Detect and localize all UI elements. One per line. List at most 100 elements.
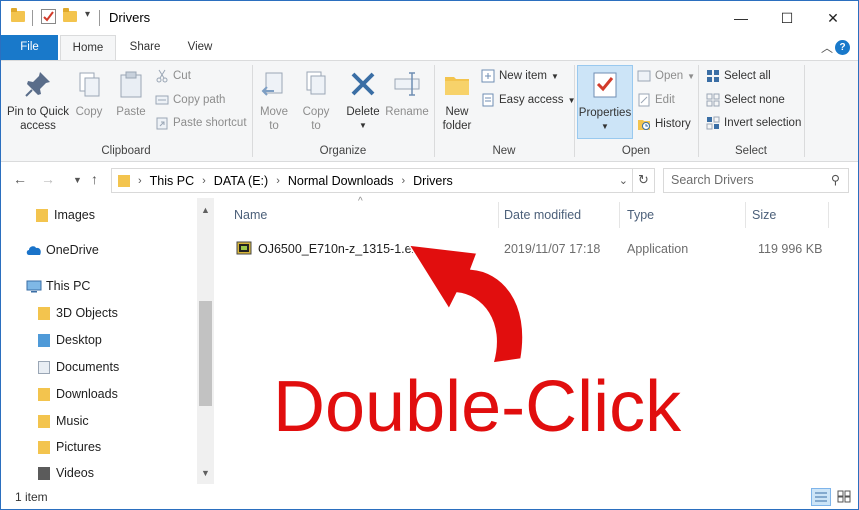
rename-button[interactable]: Rename — [385, 69, 429, 119]
easy-access-button[interactable]: Easy access ▼ — [481, 93, 575, 107]
videos-icon — [38, 466, 50, 480]
chevron-right-icon[interactable]: › — [401, 175, 405, 187]
select-none-button[interactable]: Select none — [706, 93, 785, 107]
tab-file[interactable]: File — [1, 35, 58, 60]
nav-item-downloads[interactable]: Downloads — [38, 387, 118, 401]
breadcrumb-drivers[interactable]: Drivers — [413, 174, 453, 188]
nav-item-this-pc[interactable]: This PC — [26, 279, 90, 293]
nav-item-music[interactable]: Music — [38, 414, 89, 428]
column-header-size[interactable]: Size — [752, 208, 776, 222]
properties-quick-icon[interactable] — [41, 9, 56, 24]
nav-item-onedrive[interactable]: OneDrive — [26, 243, 99, 257]
paste-button[interactable]: Paste — [111, 69, 151, 119]
collapse-ribbon-icon[interactable]: ︿ — [821, 39, 833, 56]
address-bar[interactable]: › This PC › DATA (E:) › Normal Downloads… — [111, 168, 655, 193]
close-button[interactable]: ✕ — [810, 1, 856, 35]
properties-button[interactable]: Properties ▼ — [577, 65, 633, 139]
file-name[interactable]: OJ6500_E710n-z_1315-1.exe — [258, 242, 425, 256]
copy-icon — [74, 69, 104, 99]
copy-to-button[interactable]: Copy to — [299, 69, 333, 133]
cut-label: Cut — [173, 70, 191, 82]
nav-label: Videos — [56, 466, 94, 480]
move-to-button[interactable]: Move to — [257, 69, 291, 133]
minimize-button[interactable]: — — [718, 1, 764, 35]
search-icon[interactable]: ⚲ — [831, 169, 840, 192]
nav-item-desktop[interactable]: Desktop — [38, 333, 102, 347]
nav-label: Pictures — [56, 440, 102, 454]
breadcrumb-normal-downloads[interactable]: Normal Downloads — [288, 174, 394, 188]
move-to-label-2: to — [269, 120, 279, 132]
tab-view[interactable]: View — [177, 35, 223, 60]
properties-dropdown-icon[interactable]: ▼ — [578, 120, 632, 134]
forward-button[interactable]: → — [41, 171, 55, 187]
properties-label: Properties — [578, 107, 632, 119]
nav-scrollbar-thumb[interactable] — [199, 301, 212, 406]
tab-share[interactable]: Share — [121, 35, 169, 60]
breadcrumb-this-pc[interactable]: This PC — [150, 174, 194, 188]
clipboard-group-label: Clipboard — [101, 145, 151, 157]
nav-item-documents[interactable]: Documents — [38, 360, 119, 374]
scroll-down-icon[interactable]: ▼ — [197, 465, 214, 482]
column-divider[interactable] — [745, 202, 746, 228]
open-group-label: Open — [621, 145, 651, 157]
search-input[interactable]: Search Drivers ⚲ — [663, 168, 849, 193]
select-all-button[interactable]: Select all — [706, 69, 771, 83]
nav-item-videos[interactable]: Videos — [38, 466, 94, 480]
scroll-up-icon[interactable]: ▲ — [197, 202, 214, 219]
invert-selection-button[interactable]: Invert selection — [706, 116, 801, 130]
nav-item-3d-objects[interactable]: 3D Objects — [38, 306, 118, 320]
paste-shortcut-label: Paste shortcut — [173, 117, 247, 129]
customize-toolbar-icon[interactable]: ▾ — [85, 9, 90, 20]
group-divider — [252, 65, 253, 157]
address-row: ← → ▼ ↑ › This PC › DATA (E:) › Normal D… — [1, 163, 858, 198]
group-divider — [698, 65, 699, 157]
new-item-dropdown-icon: ▼ — [550, 71, 559, 81]
history-icon — [637, 117, 651, 131]
column-divider[interactable] — [619, 202, 620, 228]
open-button[interactable]: Open ▼ — [637, 69, 695, 83]
edit-button[interactable]: Edit — [637, 93, 675, 107]
history-button[interactable]: History — [637, 117, 691, 131]
computer-icon — [26, 280, 42, 293]
maximize-button[interactable]: ☐ — [764, 1, 810, 35]
back-button[interactable]: ← — [13, 171, 27, 187]
up-button[interactable]: ↑ — [91, 171, 98, 187]
copy-to-icon — [301, 69, 331, 99]
recent-locations-dropdown[interactable]: ▼ — [73, 175, 82, 185]
address-dropdown-icon[interactable]: ⌄ — [619, 174, 628, 187]
breadcrumb-data-drive[interactable]: DATA (E:) — [214, 174, 268, 188]
edit-label: Edit — [655, 94, 675, 106]
new-folder-quick-icon[interactable] — [63, 8, 77, 22]
status-bar: 1 item — [1, 484, 858, 509]
group-divider — [804, 65, 805, 157]
delete-button[interactable]: Delete ▼ — [343, 69, 383, 133]
column-header-type[interactable]: Type — [627, 208, 654, 222]
paste-shortcut-button[interactable]: Paste shortcut — [155, 116, 247, 130]
chevron-right-icon[interactable]: › — [276, 175, 280, 187]
delete-dropdown-icon[interactable]: ▼ — [343, 119, 383, 133]
column-header-name[interactable]: Name — [234, 208, 267, 222]
paste-icon — [116, 69, 146, 99]
help-icon[interactable]: ? — [835, 40, 850, 55]
column-divider[interactable] — [498, 202, 499, 228]
copy-button[interactable]: Copy — [73, 69, 105, 119]
large-icons-view-icon[interactable] — [835, 488, 855, 506]
nav-label: Images — [54, 208, 95, 222]
refresh-icon[interactable]: ↻ — [632, 168, 654, 193]
tab-home[interactable]: Home — [60, 35, 116, 60]
chevron-right-icon[interactable]: › — [202, 175, 206, 187]
file-type: Application — [627, 242, 689, 256]
column-header-date-modified[interactable]: Date modified — [504, 208, 581, 222]
copy-path-icon — [155, 93, 169, 107]
copy-path-button[interactable]: Copy path — [155, 93, 225, 107]
paste-shortcut-icon — [155, 116, 169, 130]
details-view-icon[interactable] — [811, 488, 831, 506]
pin-to-quick-access-button[interactable]: Pin to Quick access — [5, 69, 71, 133]
column-divider[interactable] — [828, 202, 829, 228]
new-item-button[interactable]: New item ▼ — [481, 69, 559, 83]
cut-button[interactable]: Cut — [155, 69, 191, 83]
nav-item-images[interactable]: Images — [36, 208, 95, 222]
new-folder-button[interactable]: New folder — [437, 69, 477, 133]
nav-item-pictures[interactable]: Pictures — [38, 440, 101, 454]
pin-label-line1: Pin to Quick — [7, 106, 69, 118]
